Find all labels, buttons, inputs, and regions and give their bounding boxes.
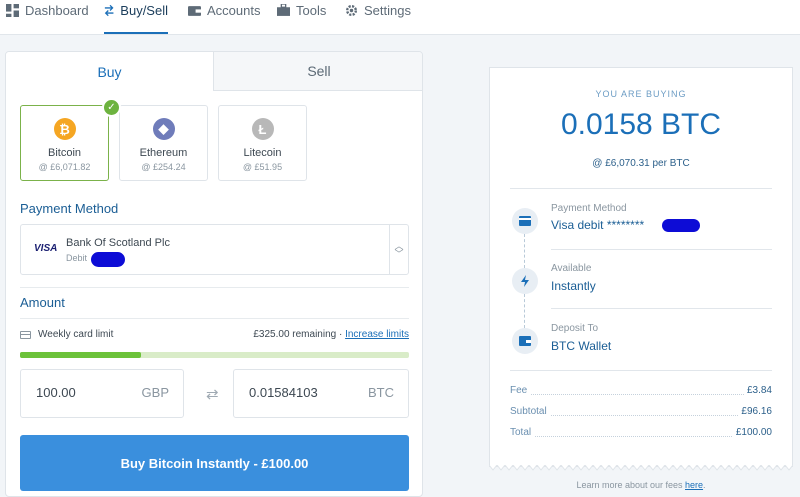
total-value: £100.00	[732, 427, 772, 438]
buy-instantly-button[interactable]: Buy Bitcoin Instantly - £100.00	[20, 435, 409, 491]
coin-price: @ £254.24	[141, 162, 186, 172]
fiat-amount-input[interactable]: 100.00 GBP	[20, 369, 184, 418]
fiat-currency: GBP	[141, 385, 169, 400]
card-type: Debit	[66, 253, 88, 263]
subtotal-label: Subtotal	[510, 406, 550, 417]
nav-label: Settings	[364, 3, 411, 18]
coin-price: @ £6,071.82	[38, 162, 91, 172]
nav-label: Tools	[296, 3, 327, 18]
coin-option-bitcoin[interactable]: ₿ Bitcoin @ £6,071.82	[20, 105, 109, 181]
divider	[551, 249, 772, 250]
nav-label: Dashboard	[25, 3, 89, 18]
step-label: Deposit To	[551, 323, 599, 334]
nav-label: Accounts	[207, 3, 261, 18]
nav-accounts[interactable]: Accounts	[188, 0, 260, 34]
you-are-buying-label: YOU ARE BUYING	[595, 89, 687, 99]
weekly-limit-row: Weekly card limit £325.00 remaining · In…	[20, 329, 409, 345]
visa-logo-icon: VISA	[34, 243, 58, 254]
fiat-amount-value: 100.00	[36, 385, 76, 400]
increase-limits-link[interactable]: Increase limits	[345, 329, 409, 340]
selected-check-icon: ✓	[102, 98, 121, 117]
wallet-icon	[512, 328, 538, 354]
limit-progress-bar	[20, 352, 409, 358]
amount-heading: Amount	[20, 295, 65, 310]
receipt-edge	[489, 465, 793, 471]
top-nav: Dashboard Buy/Sell Accounts Tools Settin…	[0, 0, 800, 35]
nav-dashboard[interactable]: Dashboard	[6, 0, 89, 34]
buy-sell-tabs: Buy Sell	[6, 52, 422, 91]
crypto-currency: BTC	[368, 385, 394, 400]
tab-sell[interactable]: Sell	[214, 52, 422, 91]
subtotal-row: Subtotal £96.16	[510, 406, 772, 418]
step-connector	[524, 234, 525, 268]
toolbox-icon	[277, 4, 290, 16]
total-row: Total £100.00	[510, 427, 772, 439]
card-icon	[512, 208, 538, 234]
card-icon	[20, 331, 31, 339]
subtotal-value: £96.16	[738, 406, 772, 417]
swap-arrows-icon	[104, 4, 114, 17]
divider	[551, 308, 772, 309]
lightning-icon	[512, 268, 538, 294]
coin-name: Litecoin	[243, 147, 282, 159]
litecoin-icon: Ł	[251, 118, 274, 140]
buy-rate: @ £6,070.31 per BTC	[592, 158, 690, 169]
redaction-mark	[662, 219, 700, 232]
limit-progress-fill	[20, 352, 141, 358]
crypto-amount-input[interactable]: 0.01584103 BTC	[233, 369, 409, 418]
divider	[510, 188, 772, 189]
buy-sell-card: Buy Sell ₿ Bitcoin @ £6,071.82 ◆ Ethereu…	[5, 51, 423, 497]
step-value: Instantly	[551, 279, 596, 293]
nav-buy-sell[interactable]: Buy/Sell	[104, 0, 168, 34]
payment-method-select[interactable]: VISA Bank Of Scotland Plc Debit ︿ ﹀	[20, 224, 409, 275]
swap-icon[interactable]: ⇄	[206, 385, 219, 403]
order-summary-card: YOU ARE BUYING 0.0158 BTC @ £6,070.31 pe…	[489, 67, 793, 467]
step-value: BTC Wallet	[551, 339, 612, 353]
payment-method-heading: Payment Method	[20, 201, 119, 216]
divider	[510, 370, 772, 371]
gear-icon	[345, 4, 358, 17]
bitcoin-icon: ₿	[53, 118, 76, 140]
coin-option-ethereum[interactable]: ◆ Ethereum @ £254.24	[119, 105, 208, 181]
learn-fees-text: Learn more about our fees here.	[576, 480, 706, 490]
coin-price: @ £51.95	[242, 162, 283, 172]
step-value: Visa debit ********	[551, 218, 645, 232]
step-label: Available	[551, 263, 592, 274]
fee-row: Fee £3.84	[510, 385, 772, 397]
nav-settings[interactable]: Settings	[345, 0, 411, 34]
ethereum-icon: ◆	[152, 118, 175, 140]
dashboard-icon	[6, 4, 19, 17]
coin-name: Ethereum	[139, 147, 188, 159]
fees-link[interactable]: here	[685, 480, 703, 490]
nav-tools[interactable]: Tools	[277, 0, 326, 34]
divider	[20, 287, 409, 288]
crypto-amount-value: 0.01584103	[249, 385, 318, 400]
buy-amount: 0.0158 BTC	[560, 108, 722, 141]
limit-label: Weekly card limit	[38, 329, 114, 340]
coin-option-litecoin[interactable]: Ł Litecoin @ £51.95	[218, 105, 307, 181]
select-chevron-icon[interactable]: ︿ ﹀	[389, 225, 408, 274]
tab-buy[interactable]: Buy	[6, 52, 214, 91]
bank-name: Bank Of Scotland Plc	[66, 237, 170, 249]
redaction-mark	[91, 252, 125, 267]
total-label: Total	[510, 427, 535, 438]
coin-name: Bitcoin	[47, 147, 82, 159]
wallet-icon	[188, 6, 201, 16]
divider	[20, 318, 409, 319]
limit-remaining: £325.00 remaining ·	[253, 329, 343, 340]
step-label: Payment Method	[551, 203, 627, 214]
fee-label: Fee	[510, 385, 531, 396]
step-connector	[524, 294, 525, 328]
fee-value: £3.84	[743, 385, 772, 396]
nav-label: Buy/Sell	[120, 3, 168, 18]
